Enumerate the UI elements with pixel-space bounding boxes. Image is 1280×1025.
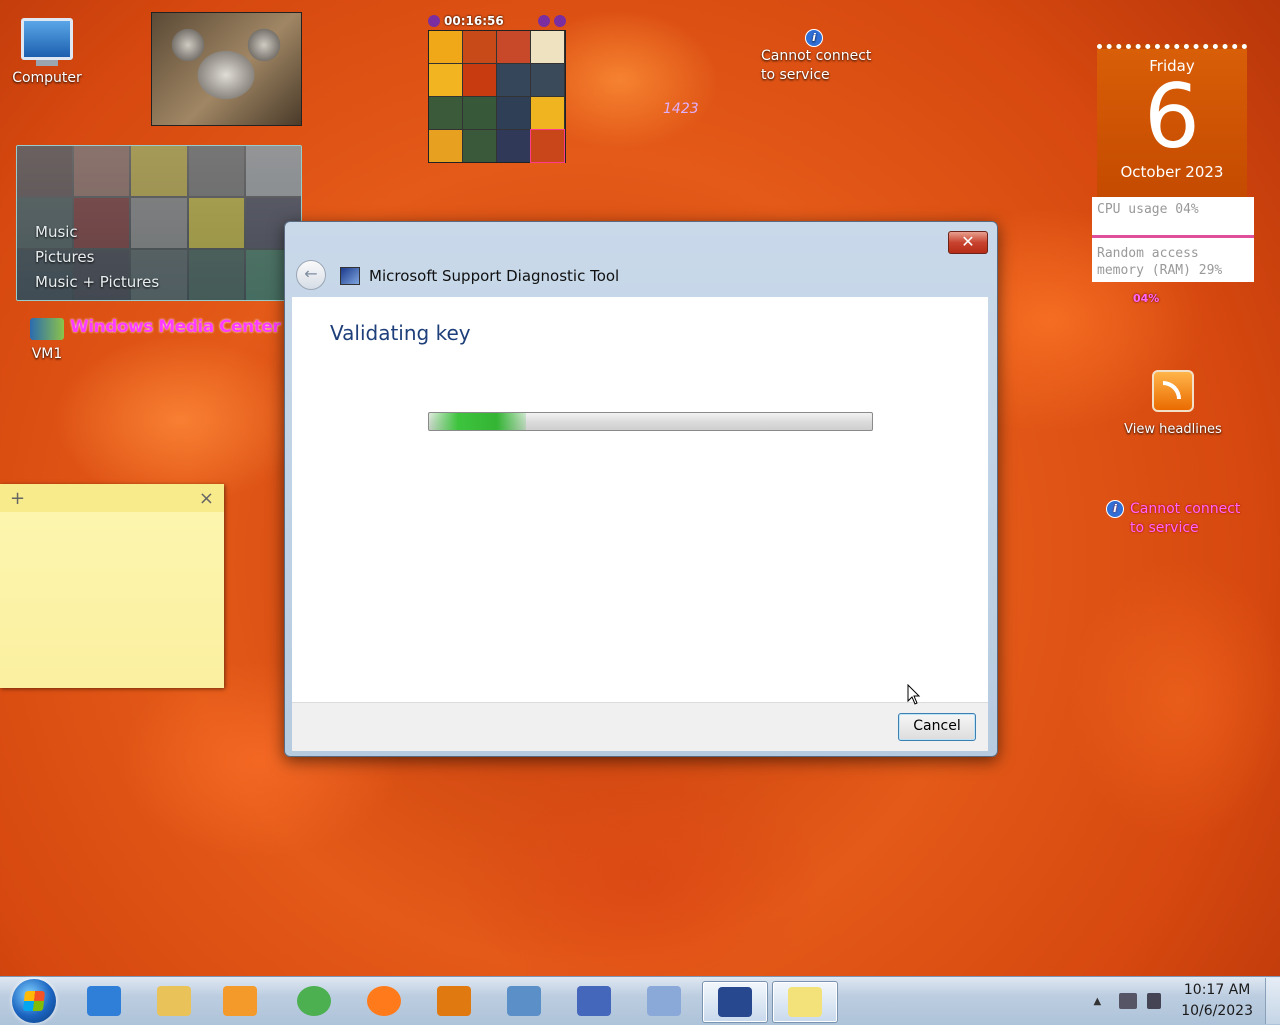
info-icon: i (1106, 500, 1124, 518)
search-tool-icon (437, 986, 471, 1016)
menu-item-pictures[interactable]: Pictures (35, 245, 159, 270)
taskbar-file-explorer[interactable] (142, 981, 206, 1021)
sticky-note-toolbar: + × (0, 484, 224, 512)
weather-gadget-error[interactable]: i Cannot connect to service (761, 28, 871, 85)
taskbar-media-player[interactable] (208, 981, 272, 1021)
info-icon: i (805, 29, 823, 47)
clock-date: 10/6/2023 (1181, 1001, 1253, 1022)
taskbar-font-tool[interactable] (562, 981, 626, 1021)
close-button[interactable]: ✕ (948, 231, 988, 254)
progress-bar (428, 412, 873, 431)
info-line2: to service (761, 66, 871, 85)
taskbar-chrome[interactable] (282, 981, 346, 1021)
media-player-icon (223, 986, 257, 1016)
feed-headlines-gadget[interactable]: View headlines (1115, 370, 1231, 437)
info-line1: Cannot connect (1130, 500, 1240, 519)
control-panel-icon (507, 986, 541, 1016)
help-icon[interactable] (538, 15, 550, 27)
progress-fill (429, 413, 526, 430)
system-tray: ▲ 10:17 AM 10/6/2023 (1094, 977, 1280, 1025)
rss-icon (1152, 370, 1194, 412)
firefox-icon (367, 986, 401, 1016)
media-center-menu: Music Pictures Music + Pictures (35, 220, 159, 295)
add-note-button[interactable]: + (10, 488, 25, 509)
network-icon[interactable] (1119, 993, 1137, 1009)
mouse-cursor (907, 684, 921, 710)
menu-item-music[interactable]: Music (35, 220, 159, 245)
ram-line2: memory (RAM) 29% (1092, 263, 1254, 282)
sticky-notes-icon (788, 987, 822, 1017)
close-note-button[interactable]: × (199, 488, 214, 509)
slideshow-gadget-photo[interactable] (151, 12, 302, 126)
cancel-button[interactable]: Cancel (898, 713, 976, 741)
media-center-app-label[interactable]: Windows Media Center (70, 317, 280, 337)
info-line2: to service (1130, 519, 1240, 538)
dialog-content: Validating key (292, 297, 988, 702)
internet-explorer-icon (87, 986, 121, 1016)
puzzle-toolbar: 00:16:56 (428, 12, 566, 30)
msdt-icon (718, 987, 752, 1017)
taskbar-paint[interactable] (632, 981, 696, 1021)
calendar-gadget[interactable]: Friday 6 October 2023 (1097, 44, 1247, 201)
taskbar-search-tool[interactable] (422, 981, 486, 1021)
ram-line1: Random access (1092, 238, 1254, 263)
font-tool-icon (577, 986, 611, 1016)
computer-label: Computer (10, 70, 84, 86)
vm1-desktop-icon[interactable]: VM1 (18, 318, 76, 362)
taskbar: ▲ 10:17 AM 10/6/2023 (0, 976, 1280, 1025)
calendar-month-year: October 2023 (1097, 163, 1247, 181)
picture-puzzle-gadget[interactable]: 00:16:56 (428, 12, 566, 168)
menu-item-music-pictures[interactable]: Music + Pictures (35, 270, 159, 295)
computer-icon (21, 18, 73, 60)
show-hidden-icons-icon[interactable]: ▲ (1094, 996, 1102, 1007)
msdt-dialog: ✕ ← Microsoft Support Diagnostic Tool Va… (284, 221, 998, 757)
taskbar-msdt[interactable] (702, 981, 768, 1023)
taskbar-internet-explorer[interactable] (72, 981, 136, 1021)
volume-muted-icon[interactable] (1147, 993, 1161, 1009)
shortcut-icon (30, 318, 64, 340)
back-button[interactable]: ← (296, 260, 326, 290)
dialog-title: Microsoft Support Diagnostic Tool (369, 267, 619, 285)
puzzle-timer: 00:16:56 (444, 14, 504, 28)
taskbar-sticky-notes[interactable] (772, 981, 838, 1023)
sticky-note[interactable]: + × (0, 484, 224, 688)
cpu-percent-label: 04% (1133, 292, 1159, 305)
clock[interactable]: 10:17 AM 10/6/2023 (1181, 980, 1253, 1022)
gadget-error-right[interactable]: i Cannot connect to service (1106, 500, 1240, 538)
taskbar-control-panel[interactable] (492, 981, 556, 1021)
paint-icon (647, 986, 681, 1016)
stray-number: 1423 (663, 101, 699, 117)
chrome-icon (297, 986, 331, 1016)
start-button[interactable] (12, 979, 56, 1023)
msdt-app-icon (340, 267, 360, 285)
puzzle-grid[interactable] (428, 30, 566, 163)
cpu-usage: CPU usage 04% (1092, 197, 1254, 238)
shuffle-icon[interactable] (554, 15, 566, 27)
file-explorer-icon (157, 986, 191, 1016)
vm1-label: VM1 (18, 346, 76, 362)
page-heading: Validating key (330, 321, 471, 345)
clock-time: 10:17 AM (1181, 980, 1253, 1001)
media-center-gadget[interactable]: Music Pictures Music + Pictures (16, 145, 302, 301)
computer-desktop-icon[interactable]: Computer (10, 18, 84, 86)
show-desktop-button[interactable] (1265, 978, 1280, 1024)
cpu-meter-gadget[interactable]: CPU usage 04% Random access memory (RAM)… (1092, 197, 1254, 282)
taskbar-firefox[interactable] (352, 981, 416, 1021)
dialog-footer: Cancel (292, 702, 988, 751)
info-line1: Cannot connect (761, 47, 871, 66)
calendar-day: 6 (1097, 75, 1247, 159)
timer-icon (428, 15, 440, 27)
feed-label: View headlines (1115, 422, 1231, 437)
